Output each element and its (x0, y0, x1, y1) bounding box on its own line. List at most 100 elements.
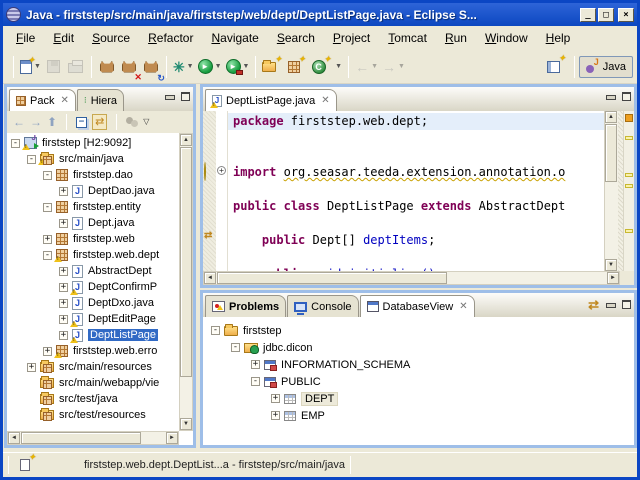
expander-icon[interactable] (59, 315, 68, 324)
tree-row[interactable]: firststep.entity (11, 199, 179, 215)
back-button[interactable]: ←▼ (353, 55, 380, 79)
minimize-button[interactable]: _ (580, 8, 596, 22)
tab-deptlistpage[interactable]: J DeptListPage.java ✕ (205, 89, 337, 111)
expander-icon[interactable] (251, 360, 260, 369)
close-tab-icon[interactable]: ✕ (321, 96, 329, 106)
vertical-scrollbar[interactable]: ▲ ▼ (179, 133, 193, 431)
expander-icon[interactable] (27, 363, 36, 372)
menu-file[interactable]: File (7, 28, 44, 48)
override-annotation-icon[interactable]: ⇄ (204, 231, 212, 241)
print-button[interactable] (65, 55, 87, 79)
maximize-view-icon[interactable] (622, 92, 631, 101)
expander-icon[interactable] (43, 235, 52, 244)
expander-icon[interactable] (43, 347, 52, 356)
tree-row[interactable]: src/test/java (11, 391, 179, 407)
minimize-view-icon[interactable] (165, 92, 174, 101)
expander-icon[interactable] (59, 283, 68, 292)
overview-warning-mark[interactable] (625, 184, 633, 188)
menu-search[interactable]: Search (268, 28, 324, 48)
collapse-all-button[interactable]: − (76, 117, 87, 128)
fast-view-button[interactable]: ✦ (18, 453, 40, 477)
editor-vertical-scrollbar[interactable]: ▲ ▼ (604, 111, 618, 271)
scrollbar-thumb[interactable] (605, 124, 617, 182)
tree-row[interactable]: JDept.java (11, 215, 179, 231)
overview-warning-header[interactable] (625, 114, 633, 122)
tree-row[interactable]: firststep.web.dept (11, 247, 179, 263)
open-perspective-button[interactable]: ✦ (545, 55, 570, 79)
tree-row[interactable]: PUBLIC (211, 373, 634, 390)
scroll-up-icon[interactable]: ▲ (605, 111, 617, 123)
tree-row[interactable]: src/main/resources (11, 359, 179, 375)
save-button[interactable] (43, 55, 65, 79)
expander-icon[interactable] (59, 267, 68, 276)
tree-row[interactable]: JDeptConfirmP (11, 279, 179, 295)
expander-icon[interactable] (43, 203, 52, 212)
run-button[interactable]: ►▼ (196, 55, 224, 79)
scroll-down-icon[interactable]: ▼ (180, 418, 192, 430)
menu-tomcat[interactable]: Tomcat (379, 28, 436, 48)
external-tools-button[interactable]: ►▼ (224, 55, 252, 79)
new-wizard-button[interactable]: ✦▼ (18, 55, 43, 79)
tree-row[interactable]: INFORMATION_SCHEMA (211, 356, 634, 373)
overview-warning-mark[interactable] (625, 136, 633, 140)
java-perspective-button[interactable]: Java (579, 56, 633, 78)
tab-type-hierarchy[interactable]: ⁝ Hiera (77, 89, 124, 111)
tree-row[interactable]: JDeptDao.java (11, 183, 179, 199)
menu-refactor[interactable]: Refactor (139, 28, 202, 48)
refresh-icon[interactable]: ⇄ (588, 298, 599, 311)
tomcat-stop-button[interactable]: ✕ (118, 55, 140, 79)
tree-row-selected[interactable]: JDeptListPage (11, 327, 179, 343)
title-bar[interactable]: Java - firststep/src/main/java/firststep… (3, 3, 637, 26)
back-history-button[interactable]: ← (13, 115, 25, 129)
tree-row[interactable]: firststep (211, 322, 634, 339)
up-button[interactable]: ⬆ (47, 115, 57, 129)
scroll-up-icon[interactable]: ▲ (180, 134, 192, 146)
expand-imports-icon[interactable]: + (217, 166, 226, 175)
expander-icon[interactable] (231, 343, 240, 352)
tree-row-selected[interactable]: DEPT (211, 390, 634, 407)
menu-window[interactable]: Window (476, 28, 537, 48)
scroll-down-icon[interactable]: ▼ (605, 259, 617, 271)
expander-icon[interactable] (59, 219, 68, 228)
scrollbar-thumb[interactable] (180, 147, 192, 377)
tree-row[interactable]: JDeptDxo.java (11, 295, 179, 311)
minimize-view-icon[interactable] (606, 300, 615, 309)
link-with-editor-button[interactable]: ⇄ (92, 114, 107, 130)
horizontal-scrollbar[interactable]: ◄ ► (7, 431, 179, 445)
tree-row[interactable]: EMP (211, 407, 634, 424)
scrollbar-thumb[interactable] (21, 432, 141, 444)
overview-ruler[interactable] (623, 111, 634, 271)
maximize-view-icon[interactable] (622, 300, 631, 309)
maximize-view-icon[interactable] (181, 92, 190, 101)
editor-horizontal-scrollbar[interactable]: ◄ ► (203, 271, 620, 285)
tomcat-restart-button[interactable]: ↻ (140, 55, 162, 79)
scroll-right-icon[interactable]: ► (607, 272, 619, 284)
maximize-button[interactable]: □ (598, 8, 614, 22)
expander-icon[interactable] (211, 326, 220, 335)
menu-run[interactable]: Run (436, 28, 476, 48)
forward-history-button[interactable]: → (30, 115, 42, 129)
expander-icon[interactable] (43, 251, 52, 260)
tree-row[interactable]: JDeptEditPage (11, 311, 179, 327)
tomcat-start-button[interactable] (96, 55, 118, 79)
expander-icon[interactable] (271, 394, 280, 403)
tree-row[interactable]: jdbc.dicon (211, 339, 634, 356)
close-button[interactable]: × (618, 8, 634, 22)
debug-button[interactable]: ✳▼ (171, 55, 196, 79)
menu-edit[interactable]: Edit (44, 28, 83, 48)
code-area[interactable]: package firststep.web.dept; import org.s… (228, 111, 604, 271)
tab-console[interactable]: Console (287, 295, 358, 317)
expander-icon[interactable] (59, 187, 68, 196)
expander-icon[interactable] (27, 155, 36, 164)
new-package-button[interactable]: ✦ (286, 55, 310, 79)
tree-row[interactable]: firststep.dao (11, 167, 179, 183)
expander-icon[interactable] (59, 331, 68, 340)
menu-help[interactable]: Help (537, 28, 580, 48)
expander-icon[interactable] (59, 299, 68, 308)
close-tab-icon[interactable]: ✕ (459, 302, 467, 312)
tree-row[interactable]: firststep.web.erro (11, 343, 179, 359)
warning-annotation-icon[interactable] (204, 163, 206, 181)
minimize-view-icon[interactable] (606, 92, 615, 101)
scrollbar-thumb[interactable] (217, 272, 447, 284)
tree-row[interactable]: firststep.web (11, 231, 179, 247)
